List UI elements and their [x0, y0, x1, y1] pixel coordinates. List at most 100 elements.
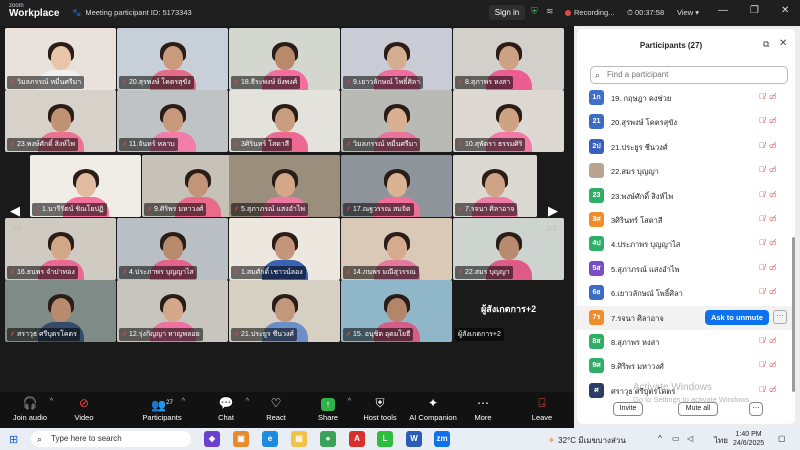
panel-more-button[interactable]: ⋯	[749, 402, 763, 416]
shield-icon[interactable]: ⛨	[531, 6, 538, 17]
mic-muted-icon: ✗	[458, 142, 464, 148]
more-button[interactable]: ⋯ More	[457, 396, 509, 422]
participant-row[interactable]: 9ศ 9.ศิริพร มหาวงศ์ 🎙̸ ▭̸	[577, 354, 795, 378]
video-tile[interactable]: ✗ 18.ธีระพงษ์ ยิ่งพงศ์	[229, 28, 340, 90]
close-window-icon[interactable]: ✕	[781, 5, 789, 16]
participant-row[interactable]: 7ร 7.รจนา ศิลาอาจ Ask to unmute ⋯	[577, 305, 795, 330]
participant-status-icons: 🎙̸ ▭̸	[759, 214, 777, 223]
task-view-icon[interactable]: ▣	[233, 431, 249, 447]
close-icon[interactable]: ✕	[779, 38, 787, 49]
video-tile[interactable]: ✗ 4.ประภาพร บุญญาไส	[117, 218, 228, 280]
participant-name: สราวุธ ศรีบุตรโคตร	[17, 331, 77, 338]
mic-muted-icon: ✗	[234, 332, 240, 338]
copilot-icon[interactable]: ◆	[204, 431, 220, 447]
paw-icon: 🐾	[72, 8, 82, 17]
acrobat-icon[interactable]: A	[349, 431, 365, 447]
wifi-icon[interactable]: ≋	[546, 6, 554, 17]
zoom-taskbar-icon[interactable]: zm	[434, 431, 450, 447]
mic-muted-icon: 🎙̸	[759, 92, 765, 101]
more-participants-tile[interactable]: ผู้สังเกตการ+2 ผู้สังเกตการ+2	[453, 280, 564, 342]
participants-button[interactable]: 👥27 Participants ^	[136, 396, 188, 422]
mic-muted-icon: ✗	[122, 270, 128, 276]
participant-row[interactable]: 2ป 21.ประยูร ชีนวงศ์ 🎙̸ ▭̸	[577, 135, 795, 159]
react-button[interactable]: ♡ React	[250, 396, 302, 422]
chevron-up-icon[interactable]: ^	[50, 398, 53, 405]
prev-page-icon[interactable]: ◀	[8, 199, 22, 223]
video-tile[interactable]: ✗ 7.รจนา ศิลาอาจ	[453, 155, 537, 217]
participant-row[interactable]: 3ศ 3ศิรินทร์ โสดาสี 🎙̸ ▭̸	[577, 208, 795, 232]
more-participants-label: ผู้สังเกตการ+2	[481, 304, 537, 314]
participant-name: 1.สมศักดิ์ เชาวน์ลอง	[241, 269, 303, 276]
video-tile[interactable]: ✗ 3ศิรินทร์ โสดาสี	[229, 90, 340, 152]
participant-row[interactable]: 22.สมร บุญญา 🎙̸ ▭̸	[577, 159, 795, 183]
video-tile[interactable]: ✗ 5.สุภาภรณ์ แสงอำไพ	[229, 155, 340, 217]
chrome-icon[interactable]: ●	[320, 431, 336, 447]
video-button[interactable]: ⊘ Video	[58, 396, 110, 422]
sign-in-button[interactable]: Sign in	[489, 5, 525, 20]
video-tile[interactable]: ✗ 12.รุ่งกิญญา หาญพลอย	[117, 280, 228, 342]
participant-name-label: ✗ 9.เยาวลักษณ์ โพธิ์ศิลา	[343, 76, 424, 89]
ask-to-unmute-button[interactable]: Ask to unmute	[705, 309, 769, 325]
pop-out-icon[interactable]: ⧉	[763, 39, 769, 50]
participant-row[interactable]: 8ส 8.สุภาพร หงสา 🎙̸ ▭̸	[577, 330, 795, 354]
participant-row[interactable]: 1ก 19. กฤษฎา คงช่วย 🎙̸ ▭̸	[577, 86, 795, 110]
taskbar-search-input[interactable]: ⌕ Type here to search	[31, 431, 191, 447]
video-tile[interactable]: ✗ 9.เยาวลักษณ์ โพธิ์ศิลา	[341, 28, 452, 90]
participant-row[interactable]: 23 23.พงษ์ศักดิ์ สิงห์ไพ 🎙̸ ▭̸	[577, 184, 795, 208]
file-explorer-icon[interactable]: ▤	[291, 431, 307, 447]
video-tile[interactable]: ✗ 11.จันทร์ หลาบ	[117, 90, 228, 152]
meeting-timer: ⏱ 00:37:58	[627, 8, 665, 17]
chevron-up-icon[interactable]: ^	[348, 398, 351, 405]
chevron-up-icon[interactable]: ^	[246, 398, 249, 405]
invite-button[interactable]: Invite	[613, 402, 643, 416]
maximize-icon[interactable]: ❐	[750, 5, 759, 16]
video-tile[interactable]: ✗ 14.ภนพร มณีสุวรรณ	[341, 218, 452, 280]
weather-widget[interactable]: ☀ 32°C มีเมฆบางส่วน	[548, 434, 626, 447]
line-icon[interactable]: L	[377, 431, 393, 447]
minimize-icon[interactable]: —	[718, 5, 728, 16]
chevron-up-icon[interactable]: ^	[182, 398, 185, 405]
taskbar-clock[interactable]: 1:40 PM 24/6/2025	[733, 430, 764, 448]
video-tile[interactable]: ✗ 15. อนุชิต อุดมโยธี	[341, 280, 452, 342]
video-tile[interactable]: ✗ วิมลภรรณ์ หมื่นศรีมา	[5, 28, 116, 90]
participant-row[interactable]: 4ป 4.ประภาพร บุญญาไส 🎙̸ ▭̸	[577, 232, 795, 256]
participant-row[interactable]: 21 20.สุรพงษ์ โคตรสุขัง 🎙̸ ▭̸	[577, 110, 795, 134]
ai-companion-button[interactable]: ✦ AI Companion	[404, 396, 462, 422]
video-tile[interactable]: ✗ 23.พงษ์ศักดิ์ สิงห์ไพ	[5, 90, 116, 152]
video-tile[interactable]: ✗ 1.นารีรัตน์ ชิณโยปฏิ	[30, 155, 141, 217]
video-tile[interactable]: ✗ 20.สุรพงษ์ โคตรสุขัง	[117, 28, 228, 90]
edge-icon[interactable]: e	[262, 431, 278, 447]
mic-muted-icon: 🎙̸	[759, 189, 765, 199]
word-icon[interactable]: W	[406, 431, 422, 447]
video-tile[interactable]: ✗ วิมลภรรณ์ หมื่นศรีมา	[341, 90, 452, 152]
panel-footer: Invite Mute all ⋯	[577, 397, 795, 424]
network-icon[interactable]: ▭	[672, 434, 680, 443]
view-button[interactable]: View ▾	[677, 8, 699, 17]
notification-icon[interactable]: ▢	[778, 434, 786, 443]
video-label: Video	[74, 413, 94, 422]
recording-indicator[interactable]: Recording...	[565, 8, 614, 17]
mic-muted-icon: 🎙̸	[759, 140, 765, 150]
participant-row[interactable]: 6ย 6.เยาวลักษณ์ โพธิ์ศิลา 🎙̸ ▭̸	[577, 281, 795, 305]
participant-search-input[interactable]: ⌕ Find a participant	[590, 66, 788, 84]
windows-start-icon[interactable]: ⊞	[9, 433, 18, 446]
video-tile[interactable]: ✗ 21.ประยูร ชีนวงศ์	[229, 280, 340, 342]
participant-row[interactable]: 5ส 5.สุภาภรณ์ แสงอำไพ 🎙̸ ▭̸	[577, 257, 795, 281]
mute-all-button[interactable]: Mute all	[678, 402, 718, 416]
language-indicator[interactable]: ไทย	[714, 434, 728, 447]
chevron-up-icon[interactable]: ^	[658, 434, 662, 443]
host-tools-button[interactable]: ⛨ Host tools	[354, 396, 406, 422]
video-tile[interactable]: ✗ สราวุธ ศรีบุตรโคตร	[5, 280, 116, 342]
next-page-icon[interactable]: ▶	[546, 199, 560, 223]
join-audio-button[interactable]: 🎧 Join audio ^	[4, 396, 56, 422]
video-tile[interactable]: ✗ 17.ณฐวรรณ สมจิต	[341, 155, 452, 217]
chat-button[interactable]: 💬 Chat ^	[200, 396, 252, 422]
panel-scrollbar[interactable]	[792, 237, 795, 392]
volume-icon[interactable]: ◁	[687, 434, 693, 443]
video-tile[interactable]: ✗ 8.สุภาพร หงสา	[453, 28, 564, 90]
video-tile[interactable]: ✗ 10.สุพัตรา ธรรมศิริ	[453, 90, 564, 152]
leave-button[interactable]: ⍈ Leave	[516, 396, 568, 422]
video-tile[interactable]: ✗ 1.สมศักดิ์ เชาวน์ลอง	[229, 218, 340, 280]
participant-more-button[interactable]: ⋯	[773, 309, 787, 324]
share-button[interactable]: ↑ Share ^	[302, 396, 354, 422]
